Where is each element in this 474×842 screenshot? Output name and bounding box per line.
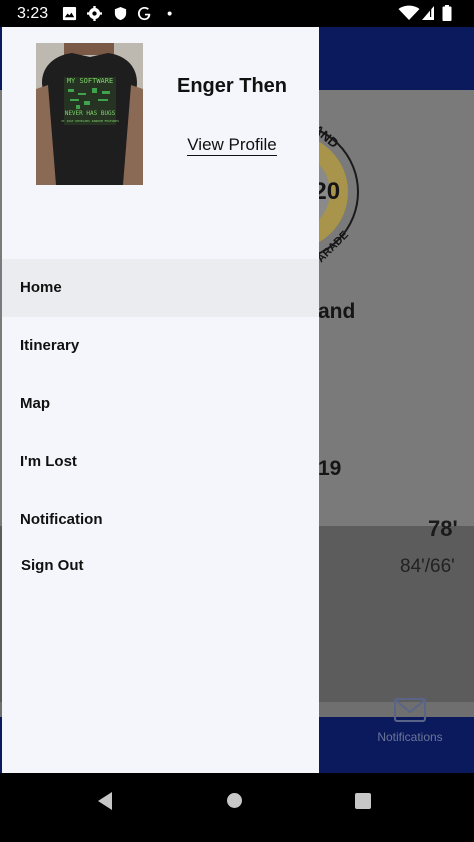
shield-icon [114,6,127,21]
drawer-menu: Home Itinerary Map I'm Lost Notification… [2,259,319,607]
recents-icon[interactable] [355,793,371,809]
menu-item-label: Itinerary [20,337,80,354]
profile-avatar[interactable]: MY SOFTWARE NEVER HAS BUGS IT JUST DEVEL… [36,43,143,185]
signal-icon [422,6,434,20]
mail-icon [394,698,426,722]
shirt-text-bottom: IT JUST DEVELOPS RANDOM FEATURES [61,119,119,123]
menu-item-map[interactable]: Map [2,375,319,433]
bg-stat-secondary: 84'/66' [400,556,455,577]
menu-item-notification[interactable]: Notification [2,491,319,549]
shirt-text-top: MY SOFTWARE [67,77,113,85]
shirt-text-mid: NEVER HAS BUGS [65,110,116,117]
profile-photo: MY SOFTWARE NEVER HAS BUGS IT JUST DEVEL… [36,43,143,185]
view-profile-link[interactable]: View Profile [182,135,282,156]
wifi-icon [398,5,420,20]
menu-item-itinerary[interactable]: Itinerary [2,317,319,375]
dot-icon [167,11,172,16]
menu-item-home[interactable]: Home [2,259,319,317]
bg-heading-fragment: and [318,300,356,323]
bg-date-fragment: 19 [318,457,342,480]
menu-item-label: Map [20,395,50,412]
navigation-drawer: MY SOFTWARE NEVER HAS BUGS IT JUST DEVEL… [2,27,319,773]
menu-item-label: Sign Out [21,557,84,574]
view-profile-label: View Profile [187,135,277,156]
menu-item-label: Home [20,279,62,296]
status-bar: 3:23 [0,0,474,27]
menu-item-im-lost[interactable]: I'm Lost [2,433,319,491]
settings-icon [87,6,102,21]
back-icon[interactable] [96,791,114,811]
tab-notifications-label: Notifications [377,730,443,744]
status-time: 3:23 [17,5,49,22]
battery-icon [442,5,452,21]
home-icon[interactable] [227,793,242,808]
menu-item-label: Notification [20,511,103,528]
profile-name: Enger Then [176,75,287,97]
gallery-icon [62,6,77,21]
tab-notifications[interactable]: Notifications [370,694,450,744]
bg-stat-primary: 78' [428,516,458,541]
menu-item-label: I'm Lost [20,453,77,470]
google-icon [137,6,151,21]
menu-item-sign-out[interactable]: Sign Out [2,549,319,607]
